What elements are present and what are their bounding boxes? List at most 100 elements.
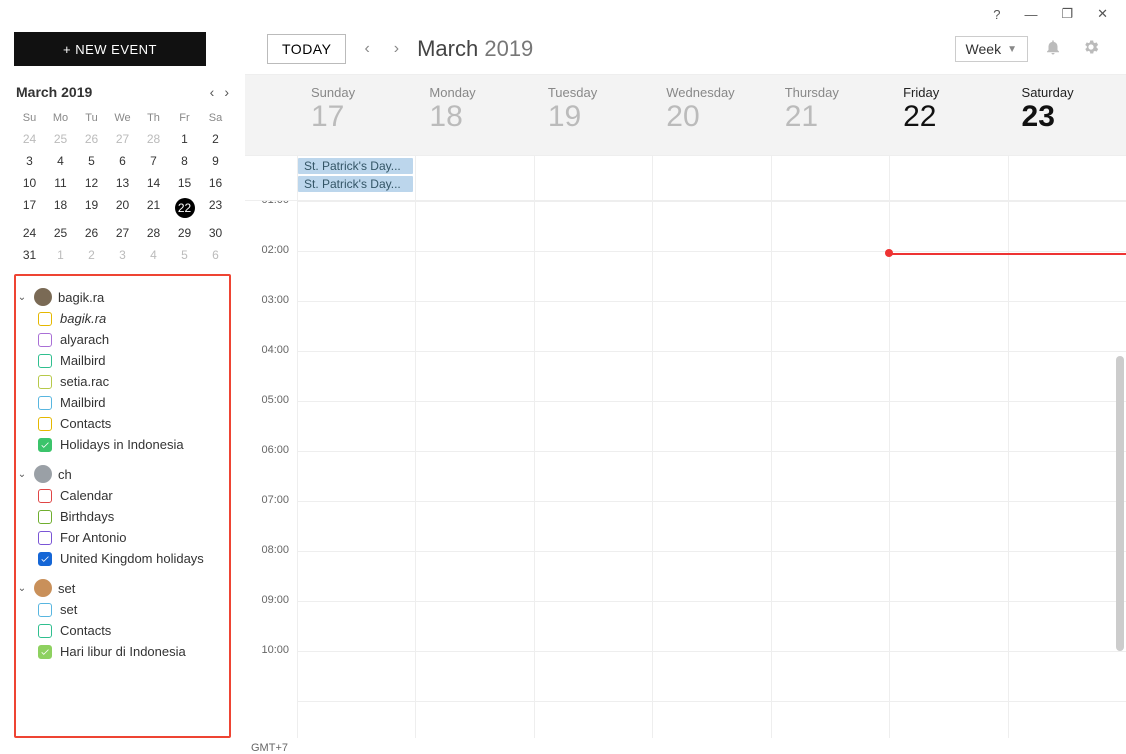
calendar-checkbox[interactable] bbox=[38, 531, 52, 545]
mini-cal-day[interactable]: 1 bbox=[45, 244, 76, 266]
mini-cal-day[interactable]: 4 bbox=[45, 150, 76, 172]
calendar-item[interactable]: set bbox=[16, 599, 229, 620]
view-dropdown[interactable]: Week▼ bbox=[955, 36, 1028, 62]
allday-cell[interactable] bbox=[889, 156, 1007, 200]
calendar-checkbox[interactable] bbox=[38, 375, 52, 389]
calendar-checkbox[interactable] bbox=[38, 624, 52, 638]
allday-cell[interactable]: St. Patrick's Day... St. Patrick's Day... bbox=[297, 156, 415, 200]
mini-cal-day[interactable]: 23 bbox=[200, 194, 231, 222]
bell-icon[interactable] bbox=[1040, 38, 1066, 61]
mini-cal-day[interactable]: 30 bbox=[200, 222, 231, 244]
account-header[interactable]: ⌄set bbox=[16, 577, 229, 599]
mini-cal-prev-icon[interactable]: ‹ bbox=[210, 84, 215, 100]
calendar-item[interactable]: bagik.ra bbox=[16, 308, 229, 329]
calendar-item[interactable]: Contacts bbox=[16, 413, 229, 434]
day-column[interactable] bbox=[652, 201, 770, 738]
mini-cal-day[interactable]: 9 bbox=[200, 150, 231, 172]
calendar-checkbox[interactable] bbox=[38, 333, 52, 347]
mini-cal-day[interactable]: 8 bbox=[169, 150, 200, 172]
calendar-checkbox[interactable] bbox=[38, 354, 52, 368]
allday-event[interactable]: St. Patrick's Day... bbox=[298, 176, 413, 192]
day-header[interactable]: Sunday17 bbox=[297, 75, 415, 155]
mini-cal-day[interactable]: 3 bbox=[14, 150, 45, 172]
scrollbar[interactable] bbox=[1116, 356, 1124, 651]
mini-cal-day[interactable]: 4 bbox=[138, 244, 169, 266]
calendar-checkbox[interactable] bbox=[38, 312, 52, 326]
day-header[interactable]: Friday22 bbox=[889, 75, 1007, 155]
calendar-checkbox[interactable] bbox=[38, 603, 52, 617]
mini-cal-next-icon[interactable]: › bbox=[224, 84, 229, 100]
day-column[interactable] bbox=[889, 201, 1007, 738]
calendar-checkbox[interactable] bbox=[38, 552, 52, 566]
mini-cal-day[interactable]: 26 bbox=[76, 222, 107, 244]
mini-cal-day[interactable]: 31 bbox=[14, 244, 45, 266]
mini-cal-day[interactable]: 20 bbox=[107, 194, 138, 222]
mini-cal-day[interactable]: 1 bbox=[169, 128, 200, 150]
mini-cal-day[interactable]: 24 bbox=[14, 222, 45, 244]
allday-cell[interactable] bbox=[652, 156, 770, 200]
calendar-checkbox[interactable] bbox=[38, 510, 52, 524]
day-header[interactable]: Tuesday19 bbox=[534, 75, 652, 155]
calendar-item[interactable]: Calendar bbox=[16, 485, 229, 506]
day-header[interactable]: Wednesday20 bbox=[652, 75, 770, 155]
allday-cell[interactable] bbox=[771, 156, 889, 200]
calendar-item[interactable]: United Kingdom holidays bbox=[16, 548, 229, 569]
mini-cal-day[interactable]: 27 bbox=[107, 128, 138, 150]
day-column[interactable] bbox=[534, 201, 652, 738]
day-header[interactable]: Thursday21 bbox=[771, 75, 889, 155]
mini-cal-day[interactable]: 5 bbox=[76, 150, 107, 172]
gear-icon[interactable] bbox=[1078, 38, 1104, 61]
mini-cal-day[interactable]: 26 bbox=[76, 128, 107, 150]
day-column[interactable] bbox=[297, 201, 415, 738]
calendar-item[interactable]: Mailbird bbox=[16, 350, 229, 371]
mini-cal-day[interactable]: 11 bbox=[45, 172, 76, 194]
prev-week-icon[interactable]: ‹ bbox=[358, 36, 375, 62]
mini-cal-day[interactable]: 27 bbox=[107, 222, 138, 244]
mini-cal-day[interactable]: 21 bbox=[138, 194, 169, 222]
allday-cell[interactable] bbox=[534, 156, 652, 200]
account-header[interactable]: ⌄ch bbox=[16, 463, 229, 485]
day-header[interactable]: Monday18 bbox=[415, 75, 533, 155]
today-button[interactable]: TODAY bbox=[267, 34, 346, 64]
mini-cal-day[interactable]: 15 bbox=[169, 172, 200, 194]
calendar-checkbox[interactable] bbox=[38, 645, 52, 659]
mini-cal-day[interactable]: 10 bbox=[14, 172, 45, 194]
mini-cal-day[interactable]: 13 bbox=[107, 172, 138, 194]
calendar-checkbox[interactable] bbox=[38, 396, 52, 410]
day-column[interactable] bbox=[1008, 201, 1126, 738]
mini-cal-day[interactable]: 6 bbox=[200, 244, 231, 266]
allday-event[interactable]: St. Patrick's Day... bbox=[298, 158, 413, 174]
allday-cell[interactable] bbox=[1008, 156, 1126, 200]
calendar-checkbox[interactable] bbox=[38, 417, 52, 431]
mini-cal-day[interactable]: 3 bbox=[107, 244, 138, 266]
next-week-icon[interactable]: › bbox=[388, 36, 405, 62]
mini-cal-day[interactable]: 7 bbox=[138, 150, 169, 172]
mini-cal-day[interactable]: 19 bbox=[76, 194, 107, 222]
close-icon[interactable]: ✕ bbox=[1097, 6, 1108, 22]
mini-cal-day[interactable]: 25 bbox=[45, 222, 76, 244]
mini-cal-day[interactable]: 29 bbox=[169, 222, 200, 244]
day-header[interactable]: Saturday23 bbox=[1008, 75, 1126, 155]
allday-cell[interactable] bbox=[415, 156, 533, 200]
calendar-item[interactable]: Holidays in Indonesia bbox=[16, 434, 229, 455]
mini-cal-day[interactable]: 25 bbox=[45, 128, 76, 150]
minimize-icon[interactable]: — bbox=[1024, 7, 1037, 22]
mini-cal-day[interactable]: 14 bbox=[138, 172, 169, 194]
calendar-item[interactable]: alyarach bbox=[16, 329, 229, 350]
mini-cal-day[interactable]: 18 bbox=[45, 194, 76, 222]
day-column[interactable] bbox=[415, 201, 533, 738]
calendar-checkbox[interactable] bbox=[38, 438, 52, 452]
new-event-button[interactable]: + NEW EVENT bbox=[14, 32, 206, 66]
mini-cal-day[interactable]: 12 bbox=[76, 172, 107, 194]
mini-cal-day[interactable]: 6 bbox=[107, 150, 138, 172]
maximize-icon[interactable]: ❐ bbox=[1061, 6, 1073, 22]
mini-cal-day[interactable]: 22 bbox=[169, 194, 200, 222]
mini-cal-day[interactable]: 24 bbox=[14, 128, 45, 150]
account-header[interactable]: ⌄bagik.ra bbox=[16, 286, 229, 308]
help-icon[interactable]: ? bbox=[993, 7, 1000, 22]
mini-cal-day[interactable]: 28 bbox=[138, 222, 169, 244]
mini-cal-day[interactable]: 2 bbox=[200, 128, 231, 150]
mini-cal-day[interactable]: 2 bbox=[76, 244, 107, 266]
calendar-checkbox[interactable] bbox=[38, 489, 52, 503]
calendar-item[interactable]: setia.rac bbox=[16, 371, 229, 392]
